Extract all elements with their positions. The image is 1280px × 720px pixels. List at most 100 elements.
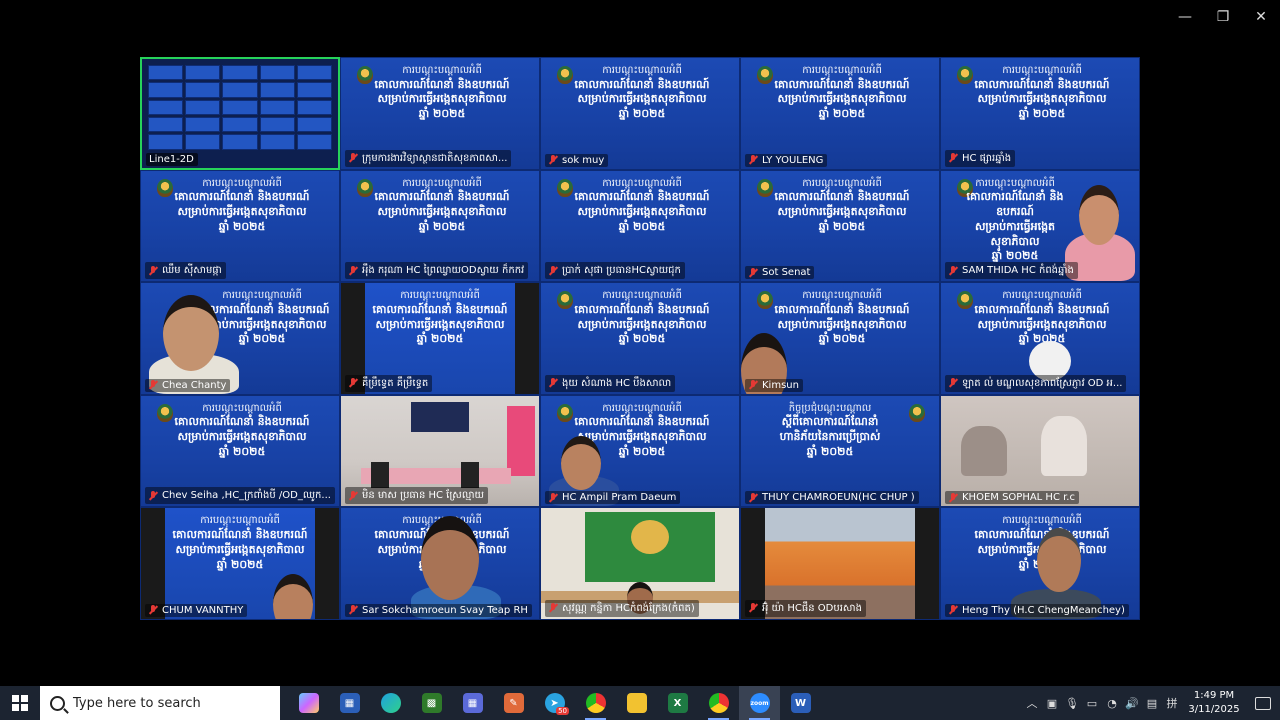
- participant-tile[interactable]: KHOEM SOPHAL HC r.c: [940, 394, 1140, 508]
- participant-tile[interactable]: ការបណ្តុះបណ្តាលអំពីគោលការណ៍ណែនាំ និងឧបករ…: [340, 169, 540, 283]
- participant-name: HC Ampil Pram Daeum: [545, 491, 681, 505]
- search-box[interactable]: Type here to search: [40, 686, 280, 720]
- chrome-icon[interactable]: [698, 686, 739, 720]
- participant-tile[interactable]: ការបណ្តុះបណ្តាលអំពីគោលការណ៍ណែនាំ និងឧបករ…: [140, 169, 340, 283]
- slide-title: ការបណ្តុះបណ្តាលអំពីគោលការណ៍ណែនាំ និងឧបករ…: [174, 177, 310, 233]
- participant-tile[interactable]: ការបណ្តុះបណ្តាលអំពីគោលការណ៍ណែនាំ និងឧបករ…: [540, 57, 740, 170]
- participant-tile[interactable]: សុវណ្ណ កន្និកា HCកំពង់ក្រែង(កំពត): [540, 507, 740, 620]
- participant-tile[interactable]: ការបណ្តុះបណ្តាលអំពីគោលការណ៍ណែនាំ និងឧបករ…: [940, 57, 1140, 170]
- word-icon[interactable]: W: [780, 686, 821, 720]
- participant-tile[interactable]: ការបណ្តុះបណ្តាលអំពីគោលការណ៍ណែនាំ និងឧបករ…: [940, 169, 1140, 283]
- participant-tile[interactable]: ការបណ្តុះបណ្តាលអំពីគោលការណ៍ណែនាំ និងឧបករ…: [140, 394, 340, 508]
- language-icon[interactable]: 拼: [1162, 686, 1182, 720]
- participant-name: អ៊ុំ យ៉ា HCផឹន ODបរសាង: [745, 599, 866, 617]
- mic-muted-icon: [948, 492, 958, 503]
- participant-name: គឹម្រឹទ្ធេត គឹម្រឹទ្ធេត: [345, 374, 433, 392]
- mic-muted-icon: [348, 605, 358, 615]
- start-button[interactable]: [0, 686, 40, 720]
- paint-icon[interactable]: ✎: [493, 686, 534, 720]
- participant-name: ឡាត ល់ មណ្ឌលសុខភាពស្រែភ្ញាវ OD អ...: [945, 374, 1127, 392]
- participant-tile[interactable]: កិច្ចប្រជុំបណ្តុះបណ្តាល ស្តីពីគោលការណ៍ណែន…: [740, 394, 940, 508]
- participant-tile[interactable]: អ៊ុំ យ៉ា HCផឹន ODបរសាង: [740, 507, 940, 620]
- participant-tile[interactable]: ការបណ្តុះបណ្តាលអំពីគោលការណ៍ណែនាំ និងឧបករ…: [740, 282, 940, 395]
- slide-title: ការបណ្តុះបណ្តាលអំពីគោលការណ៍ណែនាំ និងឧបករ…: [374, 177, 510, 233]
- copilot-icon[interactable]: [288, 686, 329, 720]
- pinned-apps: ▦ ▩ ▦ ✎ ➤ 50 X zoom W: [288, 686, 821, 720]
- participant-tile[interactable]: ការបណ្តុះបណ្តាលអំពីគោលការណ៍ណែនាំ និងឧបករ…: [140, 507, 340, 620]
- slide-title: ការបណ្តុះបណ្តាលអំពីគោលការណ៍ណែនាំ និងឧបករ…: [172, 515, 308, 571]
- mic-muted-icon: [348, 265, 358, 276]
- participant-name: Kimsun: [745, 378, 803, 392]
- minimize-button[interactable]: —: [1166, 0, 1204, 34]
- notification-icon: [1255, 696, 1271, 710]
- file-explorer-icon[interactable]: [616, 686, 657, 720]
- participant-name: Chea Chanty: [145, 378, 231, 392]
- participant-name: KHOEM SOPHAL HC r.c: [945, 491, 1079, 505]
- grid-app-icon[interactable]: ▦: [452, 686, 493, 720]
- wifi-icon[interactable]: ◔: [1102, 686, 1122, 720]
- chrome-icon[interactable]: [575, 686, 616, 720]
- participant-name: សុវណ្ណ កន្និកា HCកំពង់ក្រែង(កំពត): [545, 599, 699, 617]
- mic-muted-icon: [148, 490, 158, 501]
- participant-tile[interactable]: ការបណ្តុះបណ្តាលអំពីគោលការណ៍ណែនាំ និងឧបករ…: [740, 169, 940, 283]
- participant-tile[interactable]: ការបណ្តុះបណ្តាលអំពីគោលការណ៍ណែនាំ និងឧបករ…: [540, 394, 740, 508]
- mic-muted-icon: [748, 267, 758, 278]
- notification-button[interactable]: [1246, 696, 1280, 710]
- mic-muted-icon: [748, 155, 758, 165]
- mic-muted-icon: [948, 153, 958, 163]
- shared-gallery-thumbnail: [148, 65, 332, 150]
- participant-face: [1079, 184, 1119, 245]
- telegram-icon[interactable]: ➤ 50: [534, 686, 575, 720]
- game-icon[interactable]: ▩: [411, 686, 452, 720]
- participant-name: មិន មាស ប្រធាន HC ស្រែល្មាយ: [345, 487, 489, 505]
- microphone-icon[interactable]: 🎙: [1062, 686, 1082, 720]
- mic-muted-icon: [748, 603, 758, 613]
- participant-tile[interactable]: ការបណ្តុះបណ្តាលអំពីគោលការណ៍ណែនាំ និងឧបករ…: [340, 282, 540, 395]
- slide-title: ការបណ្តុះបណ្តាលអំពីគោលការណ៍ណែនាំ និងឧបករ…: [574, 177, 710, 233]
- mic-muted-icon: [148, 380, 158, 390]
- volume-icon[interactable]: 🔊: [1122, 686, 1142, 720]
- participant-tile[interactable]: ការបណ្តុះបណ្តាលអំពីគោលការណ៍ណែនាំ និងឧបករ…: [940, 507, 1140, 620]
- participant-tile[interactable]: ការបណ្តុះបណ្តាលអំពីគោលការណ៍ណែនាំ និងឧបករ…: [540, 282, 740, 395]
- excel-icon[interactable]: X: [657, 686, 698, 720]
- mic-muted-icon: [948, 605, 958, 615]
- participant-video: [941, 396, 1139, 507]
- slide-title: ការបណ្តុះបណ្តាលអំពីគោលការណ៍ណែនាំ និងឧបករ…: [974, 290, 1110, 346]
- edge-icon[interactable]: [370, 686, 411, 720]
- search-placeholder: Type here to search: [73, 695, 201, 711]
- zoom-icon[interactable]: zoom: [739, 686, 780, 720]
- clock[interactable]: 1:49 PM 3/11/2025: [1182, 689, 1246, 717]
- participant-name: ប្រាក់ សុផា ប្រធានHCស្វាយជុក: [545, 262, 685, 280]
- slide-title: ការបណ្តុះបណ្តាលអំពីគោលការណ៍ណែនាំ និងឧបករ…: [374, 65, 510, 121]
- restore-button[interactable]: ❐: [1204, 0, 1242, 34]
- battery-icon[interactable]: ▭: [1082, 686, 1102, 720]
- mic-muted-icon: [548, 155, 558, 165]
- participant-name: Sot Senat: [745, 266, 815, 280]
- participant-name: Sar Sokchamroeun Svay Teap RH: [345, 603, 532, 617]
- participant-tile[interactable]: ការបណ្តុះបណ្តាលអំពីគោលការណ៍ណែនាំ និងឧបករ…: [740, 57, 940, 170]
- participant-tile[interactable]: ការបណ្តុះបណ្តាលអំពីគោលការណ៍ណែនាំ និងឧបករ…: [340, 57, 540, 170]
- participant-tile[interactable]: ការបណ្តុះបណ្តាលអំពីគោលការណ៍ណែនាំ និងឧបករ…: [140, 282, 340, 395]
- slide-title: ការបណ្តុះបណ្តាលអំពីគោលការណ៍ណែនាំ និងឧបករ…: [574, 65, 710, 121]
- participant-tile[interactable]: ការបណ្តុះបណ្តាលអំពីគោលការណ៍ណែនាំ និងឧបករ…: [340, 507, 540, 620]
- meet-icon[interactable]: ▣: [1042, 686, 1062, 720]
- store-icon[interactable]: ▦: [329, 686, 370, 720]
- close-button[interactable]: ✕: [1242, 0, 1280, 34]
- participant-tile[interactable]: Line1-2D: [140, 57, 340, 170]
- display-icon[interactable]: ▤: [1142, 686, 1162, 720]
- participant-name: CHUM VANNTHY: [145, 603, 248, 617]
- participant-tile[interactable]: ការបណ្តុះបណ្តាលអំពីគោលការណ៍ណែនាំ និងឧបករ…: [540, 169, 740, 283]
- slide-title: ការបណ្តុះបណ្តាលអំពីគោលការណ៍ណែនាំ និងឧបករ…: [574, 290, 710, 346]
- mic-muted-icon: [948, 265, 958, 276]
- mic-muted-icon: [348, 378, 358, 388]
- chevron-up-icon[interactable]: ︿: [1022, 686, 1042, 720]
- mic-muted-icon: [948, 378, 958, 388]
- participant-face: [163, 295, 219, 372]
- participant-name: Heng Thy (H.C ChengMeanchey): [945, 603, 1129, 617]
- participant-tile[interactable]: មិន មាស ប្រធាន HC ស្រែល្មាយ: [340, 394, 540, 508]
- mic-muted-icon: [748, 380, 758, 390]
- participant-name: LY YOULENG: [745, 153, 828, 167]
- participant-tile[interactable]: ការបណ្តុះបណ្តាលអំពីគោលការណ៍ណែនាំ និងឧបករ…: [940, 282, 1140, 395]
- participant-name: ងុយ សំណាង HC បឹងសាលា: [545, 374, 676, 392]
- participant-name: SAM THIDA HC កំពង់ឆ្នាំង: [945, 262, 1078, 280]
